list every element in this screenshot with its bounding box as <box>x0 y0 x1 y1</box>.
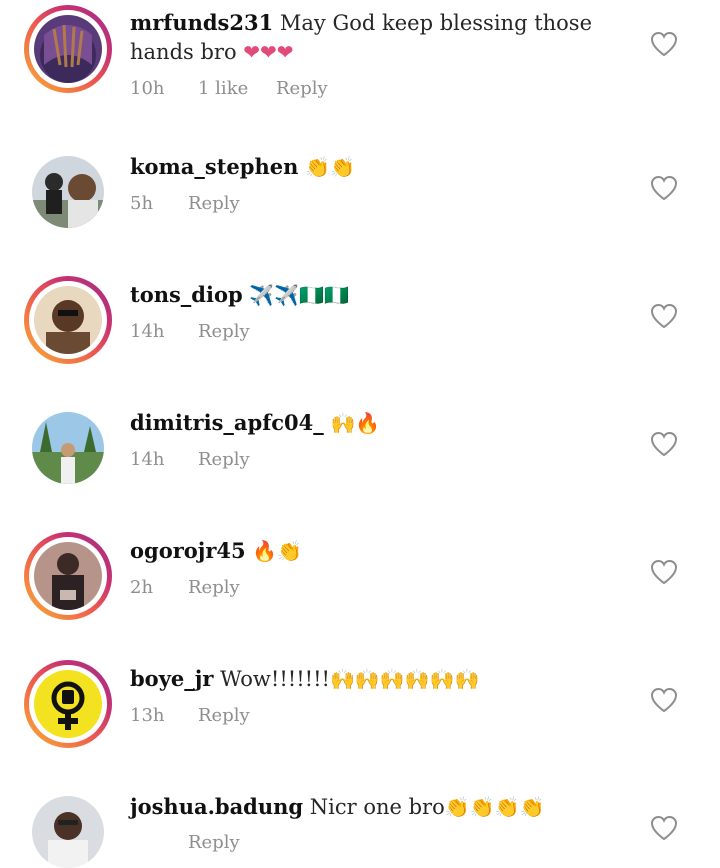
avatar <box>34 15 102 83</box>
timestamp: 2h <box>130 577 154 598</box>
avatar-story-ring[interactable] <box>24 660 112 748</box>
comment-text: mrfunds231 May God keep blessing those h… <box>130 8 600 67</box>
username[interactable]: mrfunds231 <box>130 10 273 35</box>
comment-meta: Reply <box>130 832 240 853</box>
like-count[interactable]: 1 like <box>198 78 276 99</box>
comment-body: Wow!!!!!!! <box>220 667 330 691</box>
comment-text: ogorojr45 🔥👏 <box>130 536 600 566</box>
avatar[interactable] <box>32 796 104 868</box>
comment-text: boye_jr Wow!!!!!!!🙌🙌🙌🙌🙌🙌 <box>130 664 600 694</box>
avatar-story-ring[interactable] <box>24 276 112 364</box>
comment-text: tons_diop ✈️✈️🇳🇬🇳🇬 <box>130 280 600 310</box>
comment-text: koma_stephen 👏👏 <box>130 152 600 182</box>
heart-outline-icon[interactable] <box>650 175 678 201</box>
comment-meta: 10h 1 like Reply <box>130 78 328 99</box>
comment-meta: 14h Reply <box>130 321 250 342</box>
comment-body: Nicr one bro <box>309 795 445 819</box>
username[interactable]: tons_diop <box>130 282 243 307</box>
timestamp: 5h <box>130 193 154 214</box>
heart-outline-icon[interactable] <box>650 303 678 329</box>
username[interactable]: dimitris_apfc04_ <box>130 410 324 435</box>
comment-meta: 13h Reply <box>130 705 250 726</box>
heart-outline-icon[interactable] <box>650 431 678 457</box>
emoji: ❤❤❤ <box>243 40 294 64</box>
comment-meta: 14h Reply <box>130 449 250 470</box>
timestamp: 14h <box>130 321 165 342</box>
emoji: ✈️✈️🇳🇬🇳🇬 <box>249 283 349 307</box>
comment-text: joshua.badung Nicr one bro👏👏👏👏 <box>130 792 600 822</box>
reply-button[interactable]: Reply <box>198 321 250 342</box>
heart-outline-icon[interactable] <box>650 31 678 57</box>
reply-button[interactable]: Reply <box>276 78 328 99</box>
emoji: 🙌🔥 <box>330 411 381 435</box>
avatar[interactable] <box>32 412 104 484</box>
username[interactable]: joshua.badung <box>130 794 303 819</box>
reply-button[interactable]: Reply <box>188 193 240 214</box>
avatar-story-ring[interactable] <box>24 532 112 620</box>
emoji: 🔥👏 <box>252 539 303 563</box>
comment-meta: 5h Reply <box>130 193 240 214</box>
reply-button[interactable]: Reply <box>188 832 240 853</box>
timestamp: 14h <box>130 449 165 470</box>
avatar-story-ring[interactable] <box>24 5 112 93</box>
heart-outline-icon[interactable] <box>650 687 678 713</box>
emoji: 👏👏👏👏 <box>444 795 545 819</box>
avatar[interactable] <box>32 156 104 228</box>
heart-outline-icon[interactable] <box>650 559 678 585</box>
timestamp: 10h <box>130 78 165 99</box>
reply-button[interactable]: Reply <box>188 577 240 598</box>
avatar <box>34 542 102 610</box>
emoji: 🙌🙌🙌🙌🙌🙌 <box>329 667 480 691</box>
heart-outline-icon[interactable] <box>650 815 678 841</box>
username[interactable]: boye_jr <box>130 666 213 691</box>
reply-button[interactable]: Reply <box>198 705 250 726</box>
reply-button[interactable]: Reply <box>198 449 250 470</box>
timestamp: 13h <box>130 705 165 726</box>
avatar <box>34 286 102 354</box>
comment-meta: 2h Reply <box>130 577 240 598</box>
emoji: 👏👏 <box>305 155 355 179</box>
comment-text: dimitris_apfc04_ 🙌🔥 <box>130 408 600 438</box>
username[interactable]: koma_stephen <box>130 154 298 179</box>
avatar <box>34 670 102 738</box>
username[interactable]: ogorojr45 <box>130 538 246 563</box>
